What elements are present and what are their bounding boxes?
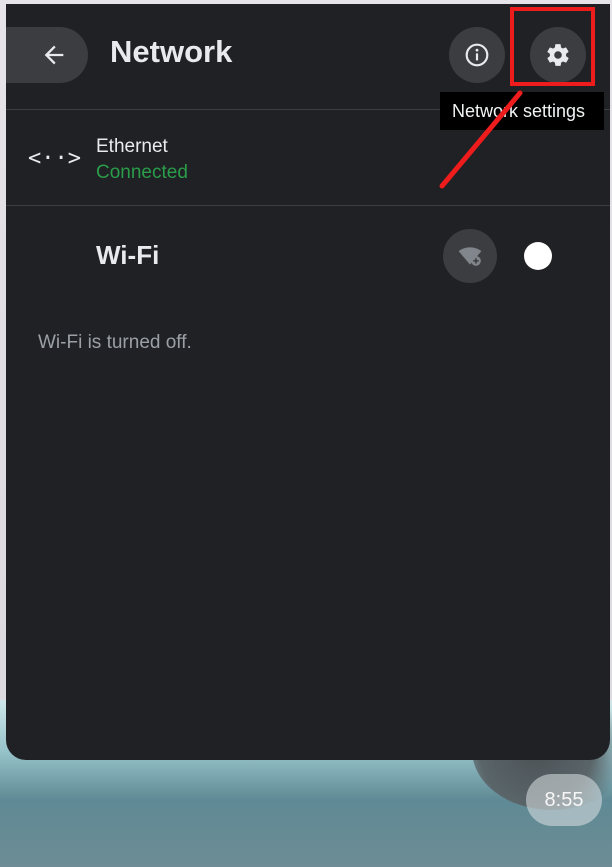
page-title: Network (110, 34, 233, 69)
info-icon (465, 43, 489, 67)
wifi-toggle[interactable] (524, 242, 552, 270)
wifi-add-icon (458, 247, 482, 266)
back-button[interactable] (6, 27, 88, 83)
highlight-box (510, 7, 595, 86)
network-settings-tooltip: Network settings (440, 92, 604, 130)
shelf-clock[interactable]: 8:55 (526, 774, 602, 826)
join-wifi-button[interactable] (443, 229, 497, 283)
wifi-off-message: Wi-Fi is turned off. (38, 332, 192, 353)
arrow-left-icon (44, 45, 64, 65)
ethernet-label: Ethernet (96, 136, 168, 157)
wifi-label: Wi-Fi (96, 240, 160, 270)
ethernet-icon: <··> (28, 146, 81, 171)
ethernet-divider (6, 205, 610, 206)
info-button[interactable] (449, 27, 505, 83)
ethernet-status: Connected (96, 162, 188, 183)
